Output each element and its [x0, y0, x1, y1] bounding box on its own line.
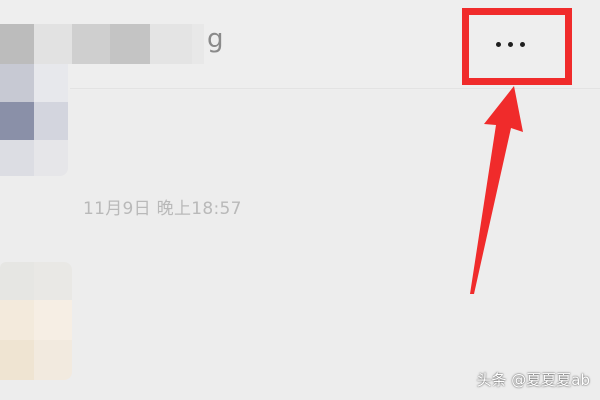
blur-block: [34, 102, 68, 140]
message-timestamp: 11月9日 晚上18:57: [83, 199, 242, 219]
blur-block: [34, 24, 72, 64]
blur-block: [0, 102, 34, 140]
blur-block: [0, 64, 34, 102]
blur-block: [34, 140, 68, 176]
blur-block: [34, 300, 72, 340]
blur-block: [192, 24, 204, 64]
blur-block: [0, 262, 34, 300]
blur-block: [34, 340, 72, 380]
blur-block: [0, 140, 34, 176]
more-dots-icon: [492, 32, 528, 51]
blur-block: [0, 340, 34, 380]
blur-block: [0, 24, 34, 64]
chat-title-char: g: [207, 24, 224, 54]
more-options-button[interactable]: [478, 18, 542, 64]
header-divider: [70, 88, 600, 89]
watermark-text: 头条 @夏夏夏ab: [476, 371, 590, 389]
blur-block: [72, 24, 110, 64]
blur-block: [34, 262, 72, 300]
blur-block: [150, 24, 192, 64]
blur-block: [110, 24, 150, 64]
blur-block: [0, 300, 34, 340]
blur-block: [34, 64, 68, 102]
